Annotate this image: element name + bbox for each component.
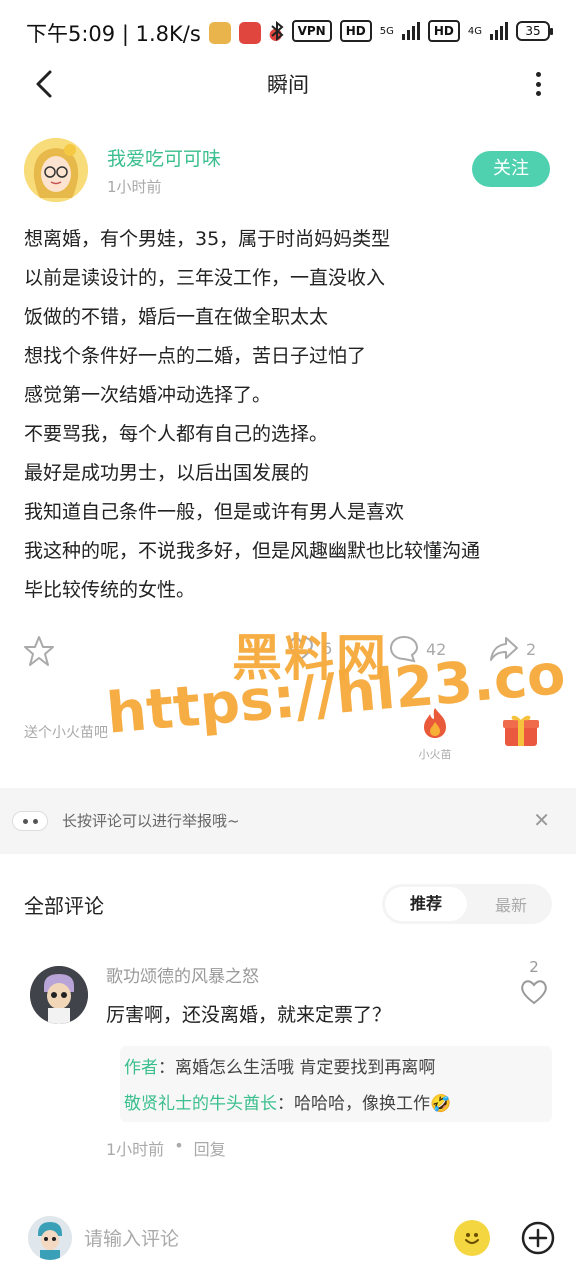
hd-badge-2: HD (427, 20, 460, 42)
net-5g-label: 5G (379, 25, 394, 37)
reply-author[interactable]: 作者 (124, 1058, 158, 1078)
reply-button[interactable]: 回复 (194, 1136, 226, 1160)
post-line: 我知道自己条件一般，但是或许有男人是喜欢 (24, 501, 405, 523)
emoji-button[interactable] (454, 1220, 490, 1256)
post-line: 饭做的不错，婚后一直在做全职太太 (24, 306, 329, 328)
tab-latest[interactable]: 最新 (470, 892, 552, 916)
watermark: 黑料网 https://hl23.co (104, 612, 568, 782)
comments-header: 全部评论 推荐 最新 (24, 880, 552, 928)
reply-text: 哈哈哈，像换工作🤣 (294, 1094, 452, 1114)
shield-app-icon (208, 22, 231, 44)
battery-icon: 35 (516, 21, 553, 41)
comment-item: 歌功颂德的风暴之怒 厉害啊，还没离婚，就来定票了？ 2 作者：离婚怎么生活哦 肯… (24, 958, 552, 1168)
reply-colon: ： (158, 1058, 175, 1078)
page-title: 瞬间 (267, 73, 309, 97)
reply-item: 作者：离婚怎么生活哦 肯定要找到再离啊 (124, 1050, 552, 1086)
net-4g-label: 4G (467, 25, 482, 37)
post-time: 1小时前 (107, 178, 162, 196)
commenter-avatar[interactable] (30, 966, 88, 1024)
comment-like-button[interactable]: 2 (516, 958, 552, 1010)
dot-icon (535, 91, 541, 96)
star-icon (24, 636, 54, 666)
hd-badge: HD (339, 20, 372, 42)
post-body: 想离婚，有个男娃，35，属于时尚妈妈类型 以前是读设计的，三年没工作，一直没收入… (24, 220, 554, 610)
vpn-badge: VPN (291, 20, 332, 42)
comments-title: 全部评论 (24, 894, 104, 918)
gift-prompt-text: 送个小火苗吧 (24, 725, 108, 741)
author-avatar[interactable] (24, 138, 88, 202)
post-line: 不要骂我，每个人都有自己的选择。 (24, 423, 329, 445)
dot-icon (535, 81, 541, 87)
post-line: 以前是读设计的，三年没工作，一直没收入 (24, 267, 386, 289)
comment-input-bar: 请输入评论 (0, 1208, 576, 1280)
eyes-icon (12, 811, 48, 831)
add-button[interactable] (520, 1220, 556, 1256)
reply-item: 敬贤礼士的牛头酋长：哈哈哈，像换工作🤣 (124, 1086, 552, 1122)
comment-like-count: 2 (529, 958, 539, 976)
reply-text: 离婚怎么生活哦 肯定要找到再离啊 (175, 1058, 436, 1078)
status-time-speed: 下午5:09 | 1.8K/s (26, 22, 201, 46)
post-header: 我爱吃可可味 1小时前 关注 (24, 138, 552, 202)
avatar-illustration-icon (30, 966, 88, 1024)
bluetooth-icon (270, 21, 284, 41)
my-avatar[interactable] (28, 1216, 72, 1260)
status-right: VPN HD 5G HD 4G 35 (270, 20, 553, 42)
post-line: 想离婚，有个男娃，35，属于时尚妈妈类型 (24, 228, 391, 250)
signal-5g-icon (401, 22, 420, 40)
meta-dot: • (174, 1136, 184, 1155)
plus-circle-icon (521, 1221, 555, 1255)
status-left: 下午5:09 | 1.8K/s ● (26, 18, 283, 48)
more-menu-button[interactable] (530, 68, 546, 100)
report-tip-text: 长按评论可以进行举报哦~ (62, 812, 240, 830)
avatar-illustration-icon (28, 1216, 72, 1260)
sort-tabs: 推荐 最新 (382, 884, 552, 924)
comment-meta: 1小时前 • 回复 (106, 1136, 226, 1160)
author-name[interactable]: 我爱吃可可味 (107, 144, 221, 171)
commenter-name[interactable]: 歌功颂德的风暴之怒 (106, 962, 259, 987)
reply-preview[interactable]: 作者：离婚怎么生活哦 肯定要找到再离啊 敬贤礼士的牛头酋长：哈哈哈，像换工作🤣 (120, 1046, 552, 1122)
post-line: 感觉第一次结婚冲动选择了。 (24, 384, 272, 406)
post-line: 毕比较传统的女性。 (24, 579, 196, 601)
report-tip-bar: 长按评论可以进行举报哦~ ✕ (0, 788, 576, 854)
comment-input[interactable]: 请输入评论 (84, 1224, 179, 1251)
post-line: 我这种的呢，不说我多好，但是风趣幽默也比较懂沟通 (24, 540, 481, 562)
comment-time: 1小时前 (106, 1140, 165, 1159)
favorite-button[interactable] (22, 634, 56, 668)
heart-icon (521, 980, 547, 1005)
smiley-icon (465, 1233, 479, 1244)
nav-bar: 瞬间 (0, 56, 576, 112)
avatar-illustration-icon (24, 138, 88, 202)
post-line: 最好是成功男士，以后出国发展的 (24, 462, 310, 484)
tab-recommended[interactable]: 推荐 (385, 887, 467, 921)
follow-button[interactable]: 关注 (472, 151, 550, 187)
reply-author[interactable]: 敬贤礼士的牛头酋长 (124, 1094, 277, 1114)
post-line: 想找个条件好一点的二婚，苦日子过怕了 (24, 345, 367, 367)
reply-colon: ： (277, 1094, 294, 1114)
comment-text: 厉害啊，还没离婚，就来定票了？ (106, 1004, 392, 1026)
close-icon[interactable]: ✕ (533, 808, 550, 832)
signal-4g-icon (490, 22, 508, 40)
record-app-icon (238, 22, 261, 44)
dot-icon (535, 72, 541, 77)
